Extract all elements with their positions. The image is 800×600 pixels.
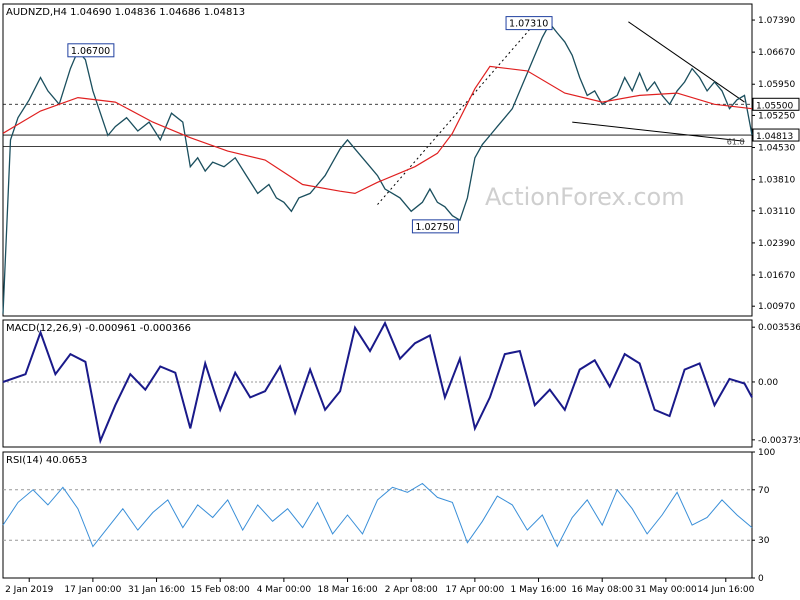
y-tick-label: 1.05950 [758,80,795,90]
y-tick-label: 70 [758,486,770,496]
y-tick-label: 30 [758,536,770,546]
y-tick-label: 1.05250 [758,111,795,121]
x-tick-label: 17 Jan 00:00 [64,585,121,595]
y-tick-label: 1.06670 [758,48,795,58]
x-tick-label: 31 May 00:00 [635,585,697,595]
x-tick-label: 4 Mar 00:00 [257,585,312,595]
y-tick-label: 1.02390 [758,239,795,249]
y-tick-label: -0.003739 [758,436,800,446]
y-tick-label: 0 [758,574,764,584]
y-tick-label: 0.003536 [758,323,800,333]
x-tick-label: 2 Jan 2019 [5,585,53,595]
y-tick-label: 0.00 [758,378,778,388]
x-tick-label: 14 Jun 16:00 [697,585,754,595]
x-tick-label: 1 May 16:00 [511,585,567,595]
chart-background [0,0,800,600]
y-tick-label: 1.03110 [758,207,795,217]
y-tick-label: 1.07390 [758,16,795,26]
annotation-label: 1.02750 [415,222,454,233]
chart-canvas: 1.07390 1.06670 1.05950 1.05250 1.04530 1.038… [0,0,800,600]
annotation-label: 1.06700 [71,46,110,57]
macd-title: MACD(12,26,9) -0.000961 -0.000366 [6,323,191,334]
x-tick-label: 2 Apr 08:00 [385,585,438,595]
annotation-label: 1.07310 [509,19,548,30]
x-tick-label: 15 Feb 08:00 [191,585,250,595]
y-tick-label: 100 [758,448,775,458]
rsi-title: RSI(14) 40.0653 [6,455,87,466]
x-tick-label: 16 May 08:00 [571,585,633,595]
y-tick-label: 1.00970 [758,302,795,312]
y-tick-label: 1.01670 [758,271,795,281]
fib-label: 61.8 [727,138,745,147]
x-tick-label: 31 Jan 16:00 [128,585,185,595]
price-title: AUDNZD,H4 1.04690 1.04836 1.04686 1.0481… [6,7,245,18]
watermark: ActionForex.com [485,183,685,211]
level-label: 1.05500 [756,101,793,111]
y-tick-label: 1.03810 [758,176,795,186]
x-tick-label: 18 Mar 16:00 [317,585,377,595]
y-tick-label: 1.04530 [758,144,795,154]
x-tick-label: 17 Apr 00:00 [446,585,505,595]
level-label: 1.04813 [756,132,793,142]
